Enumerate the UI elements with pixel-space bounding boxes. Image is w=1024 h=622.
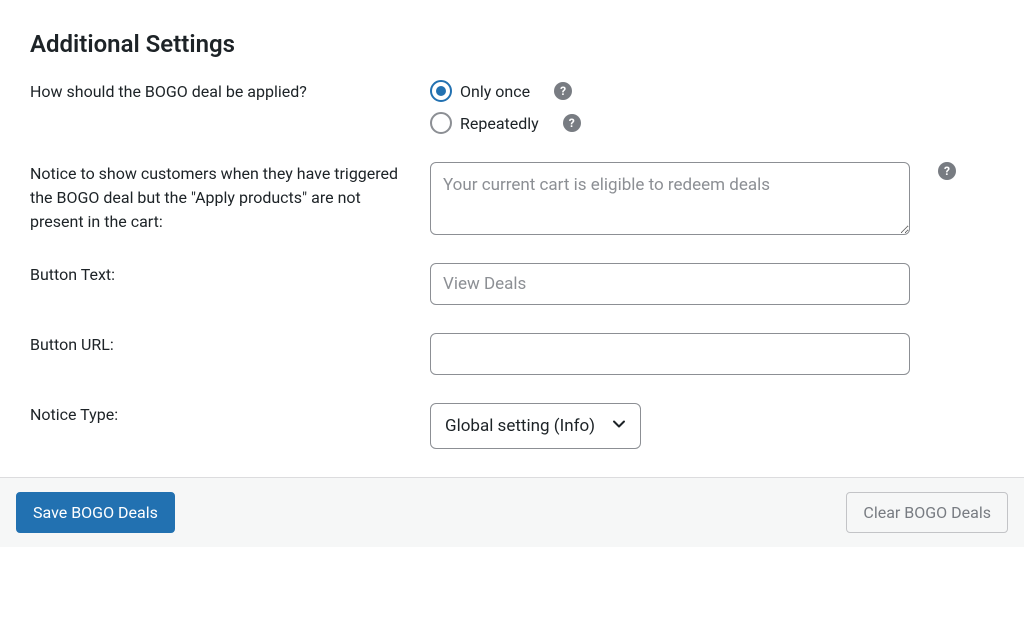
- save-button[interactable]: Save BOGO Deals: [16, 492, 175, 533]
- notice-type-select[interactable]: Global setting (Info): [430, 403, 641, 449]
- apply-mode-label: How should the BOGO deal be applied?: [30, 80, 430, 104]
- apply-mode-once-radio[interactable]: [430, 80, 452, 102]
- help-icon[interactable]: ?: [554, 82, 572, 100]
- button-url-label: Button URL:: [30, 333, 430, 357]
- apply-mode-radio-group: Only once ? Repeatedly ?: [430, 80, 581, 134]
- notice-message-label: Notice to show customers when they have …: [30, 162, 430, 234]
- button-url-row: Button URL:: [30, 333, 994, 375]
- footer-bar: Save BOGO Deals Clear BOGO Deals: [0, 477, 1024, 547]
- apply-mode-repeatedly-label: Repeatedly: [460, 114, 539, 133]
- button-text-label: Button Text:: [30, 263, 430, 287]
- notice-type-label: Notice Type:: [30, 403, 430, 427]
- apply-mode-row: How should the BOGO deal be applied? Onl…: [30, 80, 994, 134]
- button-text-input[interactable]: [430, 263, 910, 305]
- notice-type-row: Notice Type: Global setting (Info): [30, 403, 994, 449]
- section-title: Additional Settings: [30, 30, 994, 58]
- help-icon[interactable]: ?: [938, 162, 956, 180]
- button-text-row: Button Text:: [30, 263, 994, 305]
- button-url-input[interactable]: [430, 333, 910, 375]
- notice-message-row: Notice to show customers when they have …: [30, 162, 994, 235]
- apply-mode-repeatedly-radio[interactable]: [430, 112, 452, 134]
- apply-mode-once-label: Only once: [460, 82, 530, 101]
- notice-message-textarea[interactable]: [430, 162, 910, 235]
- clear-button[interactable]: Clear BOGO Deals: [846, 492, 1008, 533]
- help-icon[interactable]: ?: [563, 114, 581, 132]
